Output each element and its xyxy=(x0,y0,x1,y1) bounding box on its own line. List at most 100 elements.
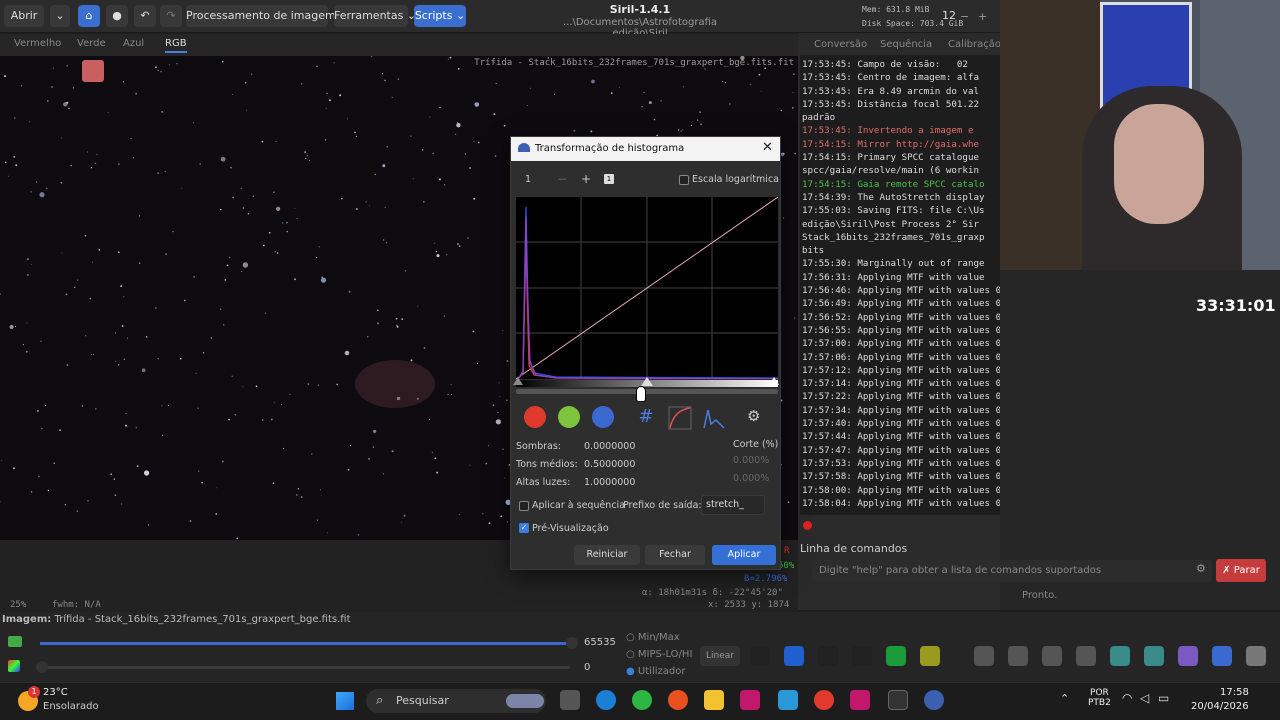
max-value[interactable]: 65535 xyxy=(584,637,616,648)
triangle-icon[interactable] xyxy=(920,646,940,666)
blue-channel-toggle[interactable] xyxy=(592,406,614,428)
origin-icon[interactable] xyxy=(668,690,688,710)
command-options-icon[interactable]: ⚙ xyxy=(1196,562,1206,575)
threads-count[interactable]: 12 xyxy=(942,9,956,22)
wcs-icon[interactable] xyxy=(1212,646,1232,666)
home-icon[interactable]: ⌂ xyxy=(78,5,100,27)
fit-icon[interactable] xyxy=(1042,646,1062,666)
terminal-icon[interactable] xyxy=(888,690,908,710)
highlights-handle[interactable] xyxy=(769,377,779,385)
one-to-one-icon[interactable] xyxy=(1076,646,1096,666)
tab-blue[interactable]: Azul xyxy=(123,38,144,49)
red-channel-toggle[interactable] xyxy=(524,406,546,428)
clock-date[interactable]: 20/04/2026 xyxy=(1191,701,1249,712)
battery-icon[interactable]: ▭ xyxy=(1158,691,1169,705)
weather-desc[interactable]: Ensolarado xyxy=(43,701,99,712)
tab-red[interactable]: Vermelho xyxy=(14,38,61,49)
volume-icon[interactable]: ◁ xyxy=(1140,691,1149,705)
close-button[interactable]: Fechar xyxy=(645,545,705,565)
plus-icon[interactable] xyxy=(1008,646,1028,666)
undo-icon[interactable]: ↶ xyxy=(134,5,156,27)
app-icon-2[interactable] xyxy=(778,690,798,710)
color-badge-icon[interactable] xyxy=(82,60,104,82)
task-view-icon[interactable] xyxy=(560,690,580,710)
histogram-display-icon[interactable] xyxy=(702,406,726,430)
zoom-out-icon[interactable]: − xyxy=(557,172,567,186)
processing-menu[interactable]: Processamento de imagem xyxy=(186,9,336,22)
auto-stretch-icon[interactable]: ⚙ xyxy=(747,407,760,425)
histogram-graph[interactable] xyxy=(516,197,778,379)
radio-user[interactable]: ● Utilizador xyxy=(626,666,685,677)
zoom-fit-icon[interactable]: 1 xyxy=(604,174,614,184)
target-icon[interactable] xyxy=(886,646,906,666)
siril-taskbar-icon[interactable] xyxy=(924,690,944,710)
radio-minmax[interactable]: ○ Min/Max xyxy=(626,632,680,643)
zoom-value[interactable]: 1 xyxy=(525,174,531,185)
star-icon[interactable] xyxy=(784,646,804,666)
star xyxy=(336,383,338,386)
app-icon-3[interactable] xyxy=(850,690,870,710)
green-channel-toggle[interactable] xyxy=(558,406,580,428)
log-scale-checkbox[interactable] xyxy=(679,175,689,185)
scale-select[interactable]: Linear xyxy=(700,646,740,666)
photometry-icon[interactable] xyxy=(750,646,770,666)
apply-sequence-checkbox[interactable] xyxy=(519,501,529,511)
open-dropdown-icon[interactable]: ⌄ xyxy=(50,5,70,27)
tools-menu[interactable]: Ferramentas xyxy=(334,9,403,22)
tab-rgb[interactable]: RGB xyxy=(165,38,187,53)
clock-time[interactable]: 17:58 xyxy=(1220,687,1249,698)
reset-button[interactable]: Reiniciar xyxy=(574,545,640,565)
tab-conversion[interactable]: Conversão xyxy=(814,39,867,50)
minus-icon[interactable] xyxy=(974,646,994,666)
windows-start-icon[interactable] xyxy=(336,692,354,710)
close-icon[interactable]: ✕ xyxy=(762,140,773,155)
threads-down-icon[interactable]: − xyxy=(960,10,969,23)
whatsapp-icon[interactable] xyxy=(632,690,652,710)
highlights-value[interactable]: 1.0000000 xyxy=(584,477,635,488)
app-icon-1[interactable] xyxy=(740,690,760,710)
min-slider[interactable] xyxy=(40,666,570,669)
language-indicator[interactable]: POR PTB2 xyxy=(1088,688,1111,708)
flip-icon[interactable] xyxy=(1144,646,1164,666)
radio-mips[interactable]: ○ MIPS-LO/HI xyxy=(626,649,692,660)
tab-sequence[interactable]: Sequência xyxy=(880,39,932,50)
wifi-icon[interactable]: ◠ xyxy=(1122,691,1132,705)
curve-icon[interactable] xyxy=(668,406,692,430)
zoom-in-icon[interactable]: + xyxy=(581,172,591,186)
open-button[interactable]: Abrir xyxy=(4,5,44,27)
chrome-icon[interactable] xyxy=(814,690,834,710)
min-slider-handle[interactable] xyxy=(36,661,48,673)
globe-icon[interactable] xyxy=(852,646,872,666)
grid-tool-icon[interactable] xyxy=(1178,646,1198,666)
rotate-icon[interactable] xyxy=(1110,646,1130,666)
tab-calibration[interactable]: Calibração xyxy=(948,39,1001,50)
preview-checkbox[interactable]: ✓ xyxy=(519,523,529,533)
stack-icon[interactable] xyxy=(818,646,838,666)
file-explorer-icon[interactable] xyxy=(704,690,724,710)
midtone-track[interactable] xyxy=(516,389,778,394)
stop-button[interactable]: ✗ Parar xyxy=(1216,559,1266,582)
grid-icon[interactable]: # xyxy=(634,406,658,430)
tab-green[interactable]: Verde xyxy=(77,38,106,49)
apply-button[interactable]: Aplicar xyxy=(712,545,776,565)
weather-temp[interactable]: 23°C xyxy=(43,687,68,698)
edge-icon[interactable] xyxy=(596,690,616,710)
scripts-menu[interactable]: Scripts xyxy=(415,9,453,22)
midtone-handle[interactable] xyxy=(641,377,653,386)
chevron-up-icon[interactable]: ⌃ xyxy=(1060,692,1069,705)
prefix-input[interactable]: stretch_ xyxy=(701,495,765,515)
shadows-value[interactable]: 0.0000000 xyxy=(584,441,635,452)
stop-icon[interactable]: ● xyxy=(106,5,128,27)
annotate-icon[interactable] xyxy=(1246,646,1266,666)
min-value[interactable]: 0 xyxy=(584,662,590,673)
shadows-handle[interactable] xyxy=(513,377,523,385)
histogram-icon[interactable] xyxy=(8,636,22,647)
threads-up-icon[interactable]: + xyxy=(978,10,987,23)
star xyxy=(229,256,231,259)
midtones-value[interactable]: 0.5000000 xyxy=(584,459,635,470)
command-input[interactable]: Digite "help" para obter a lista de coma… xyxy=(812,560,1212,582)
max-slider-handle[interactable] xyxy=(566,637,578,649)
max-slider[interactable] xyxy=(40,642,570,645)
redo-icon[interactable]: ↷ xyxy=(160,5,182,27)
color-icon[interactable] xyxy=(8,660,20,672)
